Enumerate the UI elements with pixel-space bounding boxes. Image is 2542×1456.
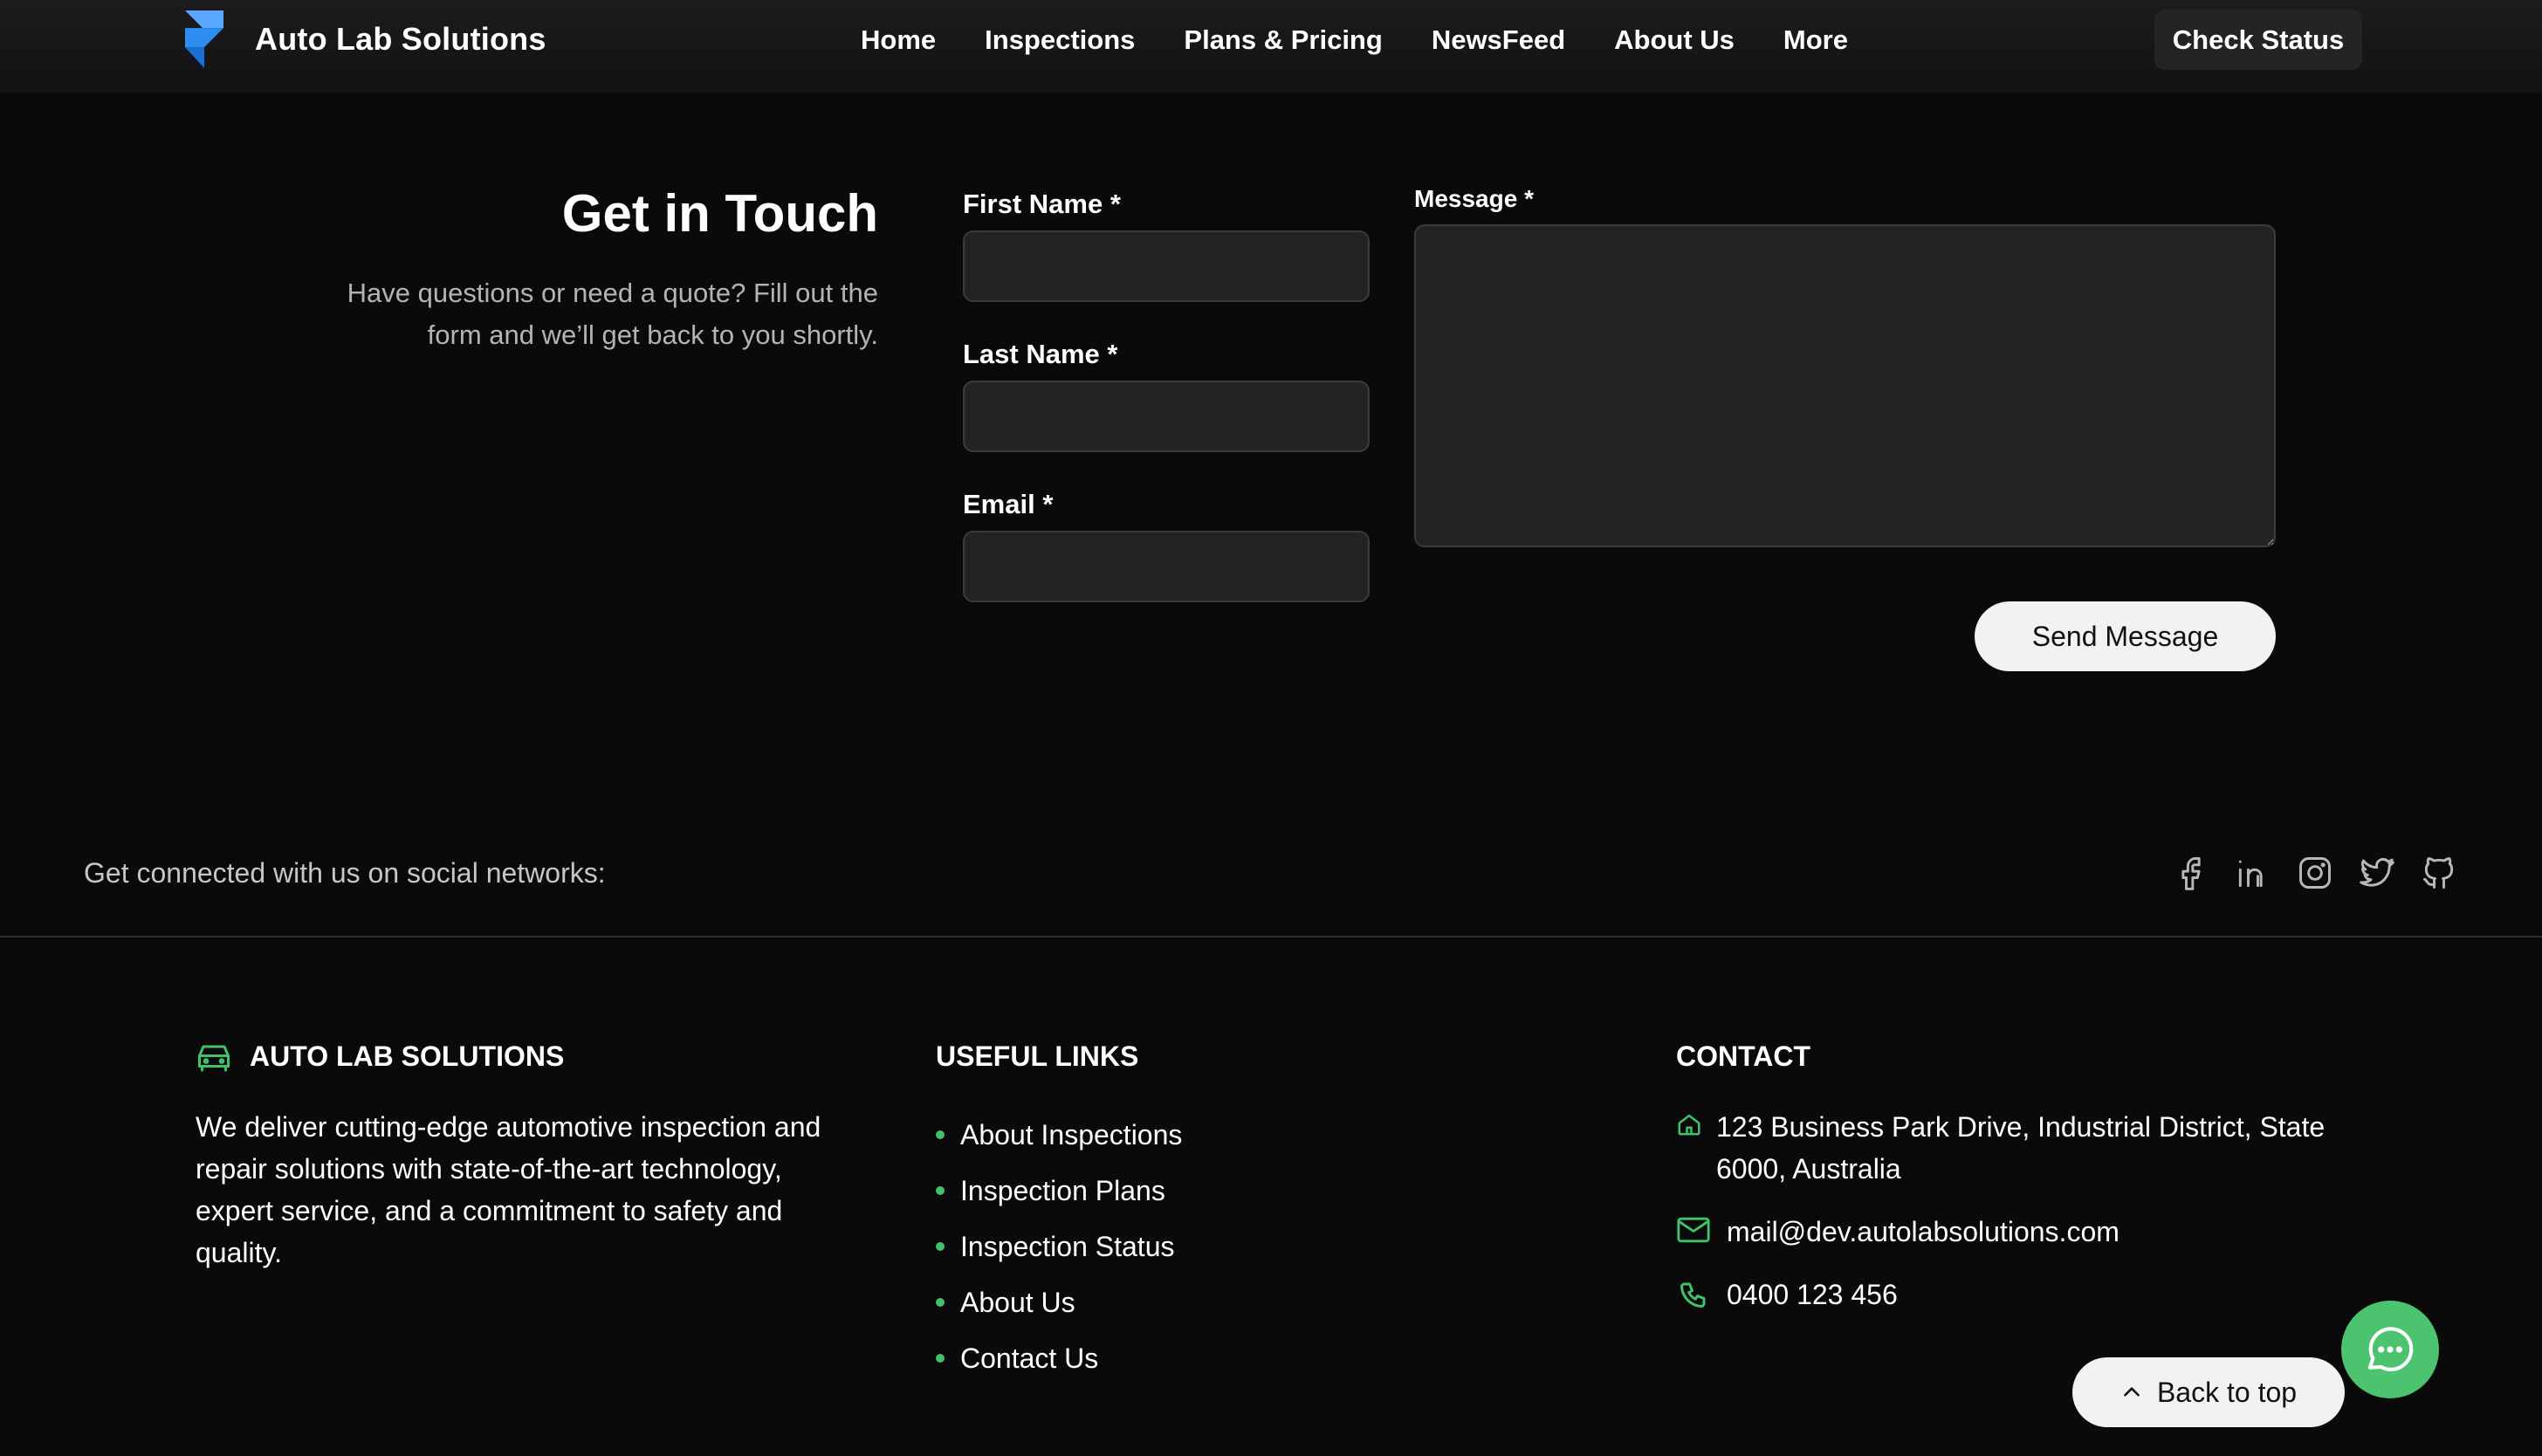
brand-name: Auto Lab Solutions — [255, 21, 546, 57]
nav-newsfeed[interactable]: NewsFeed — [1432, 24, 1565, 56]
footer-link-label: Inspection Plans — [960, 1174, 1165, 1206]
email-label: Email * — [963, 489, 1054, 519]
mail-icon — [1677, 1217, 1710, 1243]
last-name-field[interactable] — [963, 381, 1370, 452]
footer-link-about-us[interactable]: About Us — [936, 1274, 1182, 1330]
contact-email-text: mail@dev.autolabsolutions.com — [1727, 1216, 2119, 1247]
message-label: Message * — [1414, 185, 1534, 212]
footer-link-inspection-status[interactable]: Inspection Status — [936, 1219, 1182, 1274]
footer-links-title: USEFUL LINKS — [936, 1040, 1139, 1072]
phone-icon — [1680, 1282, 1706, 1308]
footer-contact-title: CONTACT — [1676, 1040, 1811, 1072]
footer-link-about-inspections[interactable]: About Inspections — [936, 1107, 1182, 1163]
navbar: Auto Lab Solutions Home Inspections Plan… — [0, 0, 2542, 93]
framer-logo-icon — [185, 10, 223, 68]
back-to-top-button[interactable]: Back to top — [2072, 1357, 2345, 1427]
contact-address-text: 123 Business Park Drive, Industrial Dist… — [1716, 1111, 2326, 1185]
main-nav: Home Inspections Plans & Pricing NewsFee… — [861, 24, 1897, 56]
bullet — [936, 1130, 945, 1139]
footer-link-label: Inspection Status — [960, 1230, 1175, 1262]
twitter-icon[interactable] — [2358, 854, 2396, 892]
footer-link-label: About Us — [960, 1286, 1075, 1318]
contact-email[interactable]: mail@dev.autolabsolutions.com — [1676, 1211, 2119, 1253]
chevron-up-icon — [2124, 1387, 2140, 1397]
nav-about-us[interactable]: About Us — [1614, 24, 1735, 56]
nav-more[interactable]: More — [1783, 24, 1848, 56]
check-status-button[interactable]: Check Status — [2154, 10, 2362, 70]
linkedin-icon[interactable] — [2234, 854, 2272, 892]
nav-inspections[interactable]: Inspections — [985, 24, 1135, 56]
footer-about-heading: AUTO LAB SOLUTIONS — [196, 1040, 564, 1073]
chat-button[interactable] — [2341, 1301, 2439, 1398]
contact-description: Have questions or need a quote? Fill out… — [347, 278, 878, 350]
home-icon — [1678, 1114, 1700, 1136]
footer-link-label: About Inspections — [960, 1118, 1183, 1150]
contact-phone-text: 0400 123 456 — [1727, 1279, 1898, 1310]
bullet — [936, 1186, 945, 1195]
footer-link-inspection-plans[interactable]: Inspection Plans — [936, 1163, 1182, 1219]
instagram-icon[interactable] — [2296, 854, 2334, 892]
contact-title: Get in Touch — [561, 184, 878, 243]
bullet — [936, 1354, 945, 1363]
footer-link-label: Contact Us — [960, 1342, 1099, 1374]
footer-link-contact-us[interactable]: Contact Us — [936, 1330, 1182, 1386]
chat-bubble-icon — [2367, 1327, 2414, 1371]
footer-divider — [0, 936, 2542, 937]
bullet — [936, 1242, 945, 1251]
first-name-field[interactable] — [963, 230, 1370, 302]
facebook-icon[interactable] — [2172, 854, 2210, 892]
nav-home[interactable]: Home — [861, 24, 936, 56]
email-field[interactable] — [963, 531, 1370, 602]
social-icons — [2172, 854, 2482, 892]
contact-phone[interactable]: 0400 123 456 — [1676, 1274, 1898, 1315]
footer-about-description: We deliver cutting-edge automotive inspe… — [196, 1111, 821, 1268]
contact-address: 123 Business Park Drive, Industrial Dist… — [1676, 1106, 2392, 1190]
bullet — [936, 1298, 945, 1307]
car-icon — [198, 1045, 230, 1071]
first-name-label: First Name * — [963, 189, 1121, 219]
footer-about-title: AUTO LAB SOLUTIONS — [250, 1040, 565, 1072]
message-field[interactable] — [1414, 224, 2276, 547]
send-message-button[interactable]: Send Message — [1975, 601, 2276, 671]
footer-links-list: About Inspections Inspection Plans Inspe… — [936, 1107, 1182, 1386]
brand[interactable]: Auto Lab Solutions — [183, 10, 546, 68]
social-text: Get connected with us on social networks… — [84, 857, 606, 889]
github-icon[interactable] — [2420, 854, 2458, 892]
nav-plans-pricing[interactable]: Plans & Pricing — [1184, 24, 1382, 56]
last-name-label: Last Name * — [963, 339, 1118, 369]
back-to-top-label: Back to top — [2156, 1376, 2298, 1408]
